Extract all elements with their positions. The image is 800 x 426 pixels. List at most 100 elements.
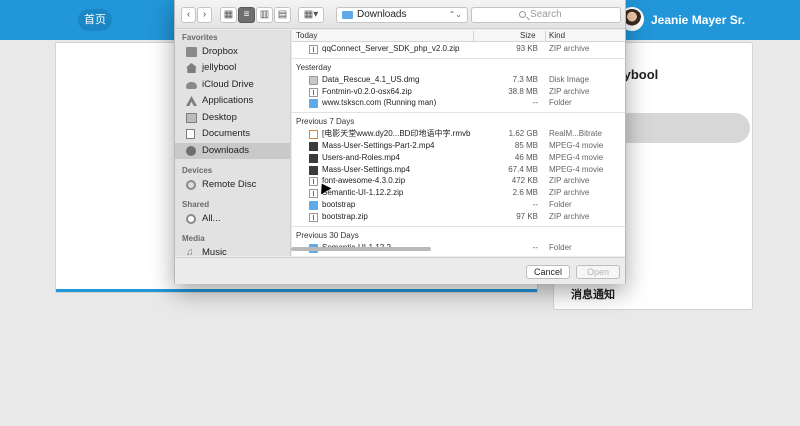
sidebar-item-dropbox[interactable]: Dropbox xyxy=(175,44,290,60)
icon-view-icon[interactable]: ▦ xyxy=(220,7,237,23)
dialog-sidebar: Favorites Dropbox jellybool iCloud Drive… xyxy=(175,30,291,256)
folder-file-icon xyxy=(309,201,318,210)
chevron-left-icon[interactable]: ‹ xyxy=(181,7,196,23)
sidebar-item-downloads[interactable]: Downloads xyxy=(175,143,290,159)
file-size: 67.4 MB xyxy=(508,164,538,174)
file-size: 97 KB xyxy=(516,211,538,221)
sidebar-item-applications[interactable]: Applications xyxy=(175,93,290,109)
file-kind: Folder xyxy=(549,98,572,108)
file-kind: ZIP archive xyxy=(549,44,590,53)
horizontal-scrollbar[interactable] xyxy=(291,247,431,251)
card-bottom-rule xyxy=(56,289,537,292)
file-row[interactable]: Mass-User-Settings.mp4 67.4 MB MPEG-4 movi… xyxy=(292,164,625,176)
file-row[interactable]: Users-and-Roles.mp4 46 MB MPEG-4 movie xyxy=(292,152,625,164)
file-row[interactable]: www.tskscn.com (Running man) -- Folder xyxy=(292,97,625,109)
file-row[interactable]: [电影天堂www.dy20...BD印地语中字.rmvb 1.62 GB RealM… xyxy=(292,128,625,140)
file-kind: Disk Image xyxy=(549,74,590,84)
dialog-footer: Cancel Open xyxy=(175,257,625,284)
zip-file-icon xyxy=(309,87,318,97)
chevron-right-icon[interactable]: › xyxy=(197,7,212,23)
profile-pill xyxy=(614,113,750,143)
home-icon xyxy=(186,63,197,73)
sidebar-item-icloud-drive[interactable]: iCloud Drive xyxy=(175,77,290,93)
file-list[interactable]: Today Size Kind qqConnect_Server_SDK_php… xyxy=(292,30,625,256)
file-size: 85 MB xyxy=(514,141,538,150)
sidebar-item-all[interactable]: All... xyxy=(175,211,290,227)
folder-icon xyxy=(186,47,197,57)
group-divider xyxy=(292,57,625,59)
zip-file-icon xyxy=(309,45,318,54)
sidebar-item-label: Dropbox xyxy=(202,46,238,57)
open-button[interactable]: Open xyxy=(576,265,620,279)
search-input[interactable]: Search xyxy=(471,7,621,23)
devices-header: Devices xyxy=(182,166,213,175)
file-size: -- xyxy=(532,242,538,252)
file-row[interactable]: bootstrap -- Folder xyxy=(292,199,625,211)
file-size: 38.8 MB xyxy=(508,86,538,96)
file-kind: ZIP archive xyxy=(549,176,590,186)
file-row[interactable]: font-awesome-4.3.0.zip 472 KB ZIP archive xyxy=(292,175,625,187)
arrange-icon[interactable]: ▦▾ xyxy=(298,7,324,23)
sidebar-item-jellybool[interactable]: jellybool xyxy=(175,60,290,76)
sidebar-item-remote-disc[interactable]: Remote Disc xyxy=(175,177,290,193)
list-view-icon[interactable]: ≡ xyxy=(238,7,255,23)
file-kind: ZIP archive xyxy=(549,86,590,96)
movie-file-icon xyxy=(309,165,318,175)
favorites-header: Favorites xyxy=(182,33,218,42)
user-name[interactable]: Jeanie Mayer Sr. xyxy=(651,13,745,27)
file-name: Fontmin-v0.2.0-osx64.zip xyxy=(322,86,412,96)
column-size[interactable]: Size xyxy=(520,30,536,41)
file-size: 2.6 MB xyxy=(512,188,538,198)
movie-file-icon xyxy=(309,142,318,151)
sidebar-item-label: Applications xyxy=(202,95,254,106)
file-kind: MPEG-4 movie xyxy=(549,152,604,162)
file-size: 1.62 GB xyxy=(508,129,538,139)
column-header: Today Size Kind xyxy=(292,30,625,42)
file-name: Mass-User-Settings-Part-2.mp4 xyxy=(322,141,435,150)
sidebar-item-documents[interactable]: Documents xyxy=(175,126,290,142)
file-kind: Folder xyxy=(549,242,572,252)
file-open-dialog: ‹ › ▦ ≡ ▥ ▤ ▦▾ Downloads ⌃⌄ Search Favor… xyxy=(174,0,626,284)
music-icon: ♫ xyxy=(186,247,194,257)
path-label: Downloads xyxy=(357,9,407,20)
file-row[interactable]: bootstrap.zip 97 KB ZIP archive xyxy=(292,211,625,223)
column-view-icon[interactable]: ▥ xyxy=(256,7,273,23)
file-name: font-awesome-4.3.0.zip xyxy=(322,176,406,186)
file-row[interactable]: qqConnect_Server_SDK_php_v2.0.zip 93 KB ZI… xyxy=(292,43,625,55)
sidebar-item-desktop[interactable]: Desktop xyxy=(175,110,290,126)
document-icon xyxy=(186,129,195,139)
cancel-button[interactable]: Cancel xyxy=(526,265,570,279)
notifications-link[interactable]: 消息通知 xyxy=(571,286,615,302)
file-kind: MPEG-4 movie xyxy=(549,164,604,174)
file-size: 7.3 MB xyxy=(512,74,538,84)
file-row[interactable]: Fontmin-v0.2.0-osx64.zip 38.8 MB ZIP archi… xyxy=(292,86,625,98)
file-row[interactable]: Data_Rescue_4.1_US.dmg 7.3 MB Disk Image xyxy=(292,74,625,86)
cloud-icon xyxy=(186,82,197,89)
sidebar-item-label: Music xyxy=(202,247,227,256)
home-button[interactable]: 首页 xyxy=(78,9,112,31)
search-icon xyxy=(519,11,526,18)
sidebar-item-label: Documents xyxy=(202,128,251,139)
column-kind[interactable]: Kind xyxy=(549,30,565,41)
network-icon xyxy=(186,214,196,224)
file-size: 93 KB xyxy=(516,44,538,53)
updown-chevron-icon: ⌃⌄ xyxy=(448,10,462,19)
column-separator xyxy=(473,31,474,41)
cover-flow-icon[interactable]: ▤ xyxy=(274,7,291,23)
desktop-icon xyxy=(186,113,197,123)
path-popup[interactable]: Downloads ⌃⌄ xyxy=(336,7,468,23)
file-row[interactable]: Mass-User-Settings-Part-2.mp4 85 MB MPEG-4… xyxy=(292,140,625,152)
file-kind: ZIP archive xyxy=(549,188,590,198)
file-name: Data_Rescue_4.1_US.dmg xyxy=(322,74,420,84)
file-size: 46 MB xyxy=(514,152,538,162)
file-name: bootstrap xyxy=(322,200,356,209)
file-row[interactable]: Semantic-UI-1.12.2.zip 2.6 MB ZIP archive xyxy=(292,187,625,199)
sidebar-item-label: Remote Disc xyxy=(202,179,257,190)
column-name[interactable]: Today xyxy=(296,30,317,41)
sidebar-item-label: iCloud Drive xyxy=(202,79,254,90)
column-separator xyxy=(545,31,546,41)
group-header: Previous 30 Days xyxy=(296,230,359,240)
rmvb-file-icon xyxy=(309,130,318,140)
group-header: Yesterday xyxy=(296,62,332,72)
sidebar-item-music[interactable]: ♫ Music xyxy=(175,245,290,257)
